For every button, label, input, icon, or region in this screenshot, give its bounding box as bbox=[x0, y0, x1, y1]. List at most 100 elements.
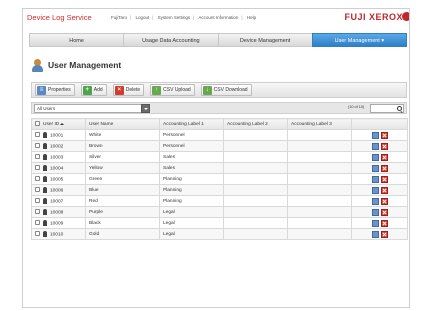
delete-icon: × bbox=[114, 85, 124, 95]
row-actions bbox=[351, 151, 408, 163]
help-link[interactable]: Help bbox=[247, 15, 256, 20]
edit-icon[interactable] bbox=[371, 164, 379, 172]
accounting-label-3-cell bbox=[287, 162, 352, 174]
system-settings-link[interactable]: System Settings bbox=[158, 15, 191, 20]
user-icon bbox=[43, 208, 47, 215]
chevron-down-icon[interactable] bbox=[141, 104, 150, 113]
user-id: 10010 bbox=[50, 232, 64, 238]
properties-button[interactable]: ≡ Properties bbox=[35, 84, 75, 96]
delete-button[interactable]: × Delete bbox=[112, 84, 145, 96]
table-row[interactable]: 10002 Brown Personnel bbox=[31, 140, 408, 152]
delete-icon[interactable] bbox=[380, 153, 388, 161]
user-id-cell[interactable]: 10004 bbox=[31, 162, 86, 174]
row-checkbox[interactable] bbox=[35, 209, 40, 215]
row-checkbox[interactable] bbox=[35, 231, 40, 237]
accounting-label-2-cell bbox=[223, 151, 288, 163]
delete-icon[interactable] bbox=[380, 164, 388, 172]
tab-usage-data-accounting[interactable]: Usage Data Accounting bbox=[123, 33, 218, 47]
edit-icon[interactable] bbox=[371, 175, 379, 183]
column-header-user-id[interactable]: User ID bbox=[31, 118, 86, 130]
edit-icon[interactable] bbox=[371, 142, 379, 150]
table-row[interactable]: 10010 Gold Legal bbox=[31, 228, 408, 240]
delete-label: Delete bbox=[125, 87, 141, 93]
user-icon bbox=[43, 230, 47, 237]
user-id-cell[interactable]: 10009 bbox=[31, 217, 86, 229]
account-information-link[interactable]: Account Information bbox=[198, 15, 238, 20]
user-name-cell: Blue bbox=[85, 184, 160, 196]
user-icon bbox=[43, 197, 47, 204]
user-icon bbox=[43, 219, 47, 226]
row-actions bbox=[351, 228, 408, 240]
accounting-label-1-cell: Sales bbox=[159, 151, 224, 163]
user-id-cell[interactable]: 10007 bbox=[31, 195, 86, 207]
row-checkbox[interactable] bbox=[35, 132, 40, 138]
user-id-cell[interactable]: 10005 bbox=[31, 173, 86, 185]
tab-device-management[interactable]: Device Management bbox=[217, 33, 312, 47]
column-header-accounting-label-1[interactable]: Accounting Label 1 bbox=[159, 118, 224, 130]
delete-icon[interactable] bbox=[380, 175, 388, 183]
column-header-accounting-label-3[interactable]: Accounting Label 3 bbox=[287, 118, 352, 130]
table-row[interactable]: 10001 White Personnel bbox=[31, 129, 408, 141]
user-id: 10002 bbox=[50, 144, 64, 150]
user-id-cell[interactable]: 10010 bbox=[31, 228, 86, 240]
user-id-cell[interactable]: 10008 bbox=[31, 206, 86, 218]
delete-icon[interactable] bbox=[380, 219, 388, 227]
edit-icon[interactable] bbox=[371, 208, 379, 216]
header-links: FujiTaro | Logout | System Settings | Accou… bbox=[111, 15, 259, 20]
user-id-cell[interactable]: 10001 bbox=[31, 129, 86, 141]
edit-icon[interactable] bbox=[371, 219, 379, 227]
edit-icon[interactable] bbox=[371, 230, 379, 238]
row-checkbox[interactable] bbox=[35, 176, 40, 182]
tab-user-management[interactable]: User Management ▾ bbox=[311, 33, 407, 47]
delete-icon[interactable] bbox=[380, 186, 388, 194]
edit-icon[interactable] bbox=[371, 186, 379, 194]
delete-icon[interactable] bbox=[380, 131, 388, 139]
table-row[interactable]: 10003 Silver Sales bbox=[31, 151, 408, 163]
user-id-cell[interactable]: 10003 bbox=[31, 151, 86, 163]
row-checkbox[interactable] bbox=[35, 143, 40, 149]
table-row[interactable]: 10007 Red Planning bbox=[31, 195, 408, 207]
user-icon bbox=[43, 175, 47, 182]
add-button[interactable]: + Add bbox=[80, 84, 107, 96]
row-actions bbox=[351, 140, 408, 152]
user-id-cell[interactable]: 10002 bbox=[31, 140, 86, 152]
csv-download-button[interactable]: ↓ CSV Download bbox=[200, 84, 252, 96]
tab-home[interactable]: Home bbox=[29, 33, 124, 47]
row-checkbox[interactable] bbox=[35, 154, 40, 160]
select-all-checkbox[interactable] bbox=[35, 121, 40, 127]
edit-icon[interactable] bbox=[371, 153, 379, 161]
row-checkbox[interactable] bbox=[35, 187, 40, 193]
logout-link[interactable]: Logout bbox=[135, 15, 149, 20]
delete-icon[interactable] bbox=[380, 197, 388, 205]
table-row[interactable]: 10008 Purple Legal bbox=[31, 206, 408, 218]
delete-icon[interactable] bbox=[380, 142, 388, 150]
table-row[interactable]: 10006 Blue Planning bbox=[31, 184, 408, 196]
accounting-label-2-cell bbox=[223, 217, 288, 229]
user-group-select-value: All Users bbox=[37, 106, 56, 111]
accounting-label-3-cell bbox=[287, 195, 352, 207]
delete-icon[interactable] bbox=[380, 230, 388, 238]
table-row[interactable]: 10009 Black Legal bbox=[31, 217, 408, 229]
column-header-accounting-label-2[interactable]: Accounting Label 2 bbox=[223, 118, 288, 130]
row-checkbox[interactable] bbox=[35, 198, 40, 204]
row-checkbox[interactable] bbox=[35, 165, 40, 171]
user-group-select[interactable]: All Users bbox=[34, 104, 150, 113]
row-checkbox[interactable] bbox=[35, 220, 40, 226]
edit-icon[interactable] bbox=[371, 197, 379, 205]
column-header-user-name[interactable]: User Name bbox=[85, 118, 160, 130]
app-title: Device Log Service bbox=[27, 13, 92, 22]
search-icon[interactable] bbox=[397, 106, 402, 111]
user-id-cell[interactable]: 10006 bbox=[31, 184, 86, 196]
table-row[interactable]: 10004 Yellow Sales bbox=[31, 162, 408, 174]
search-input[interactable] bbox=[370, 104, 404, 113]
edit-icon[interactable] bbox=[371, 131, 379, 139]
accounting-label-3-cell bbox=[287, 217, 352, 229]
accounting-label-3-cell bbox=[287, 129, 352, 141]
user-name-link[interactable]: FujiTaro bbox=[111, 15, 127, 20]
csv-upload-button[interactable]: ↑ CSV Upload bbox=[150, 84, 195, 96]
table-row[interactable]: 10005 Green Planning bbox=[31, 173, 408, 185]
user-id: 10006 bbox=[50, 188, 64, 194]
delete-icon[interactable] bbox=[380, 208, 388, 216]
separator: | bbox=[130, 15, 132, 20]
user-id: 10003 bbox=[50, 155, 64, 161]
